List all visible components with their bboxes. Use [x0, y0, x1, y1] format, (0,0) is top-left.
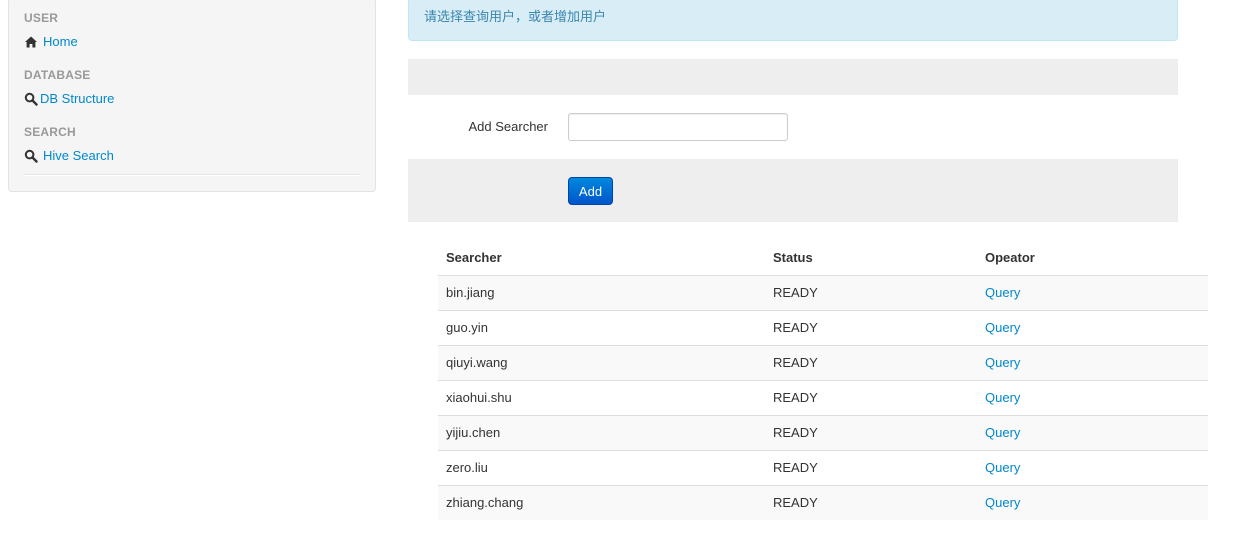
table-row: zhiang.chang READY Query: [438, 484, 1208, 520]
status-cell: READY: [765, 344, 977, 380]
info-alert: 请选择查询用户，或者增加用户: [408, 0, 1178, 41]
query-link[interactable]: Query: [985, 355, 1020, 370]
searcher-cell: zhiang.chang: [438, 484, 765, 520]
operator-cell: Query: [977, 414, 1208, 450]
query-link[interactable]: Query: [985, 460, 1020, 475]
add-button[interactable]: Add: [568, 177, 613, 205]
searcher-cell: guo.yin: [438, 309, 765, 345]
status-cell: READY: [765, 484, 977, 520]
sidebar: USER Home DATABASE DB Structure SEARCH H…: [8, 0, 376, 192]
operator-cell: Query: [977, 449, 1208, 485]
search-icon: [24, 92, 38, 106]
query-link[interactable]: Query: [985, 425, 1020, 440]
table-row: bin.jiang READY Query: [438, 274, 1208, 310]
nav-header-database: DATABASE: [24, 68, 91, 82]
searcher-cell: xiaohui.shu: [438, 379, 765, 415]
nav-divider: [24, 174, 360, 176]
form-band: [408, 59, 1178, 95]
searcher-cell: zero.liu: [438, 449, 765, 485]
column-header-operator: Opeator: [985, 249, 1035, 265]
status-cell: READY: [765, 449, 977, 485]
alert-text: 请选择查询用户，或者增加用户: [424, 9, 607, 24]
sidebar-item-label: Home: [43, 34, 78, 49]
searcher-cell: yijiu.chen: [438, 414, 765, 450]
searcher-cell: qiuyi.wang: [438, 344, 765, 380]
home-icon: [24, 35, 38, 49]
searcher-cell: bin.jiang: [438, 274, 765, 310]
query-link[interactable]: Query: [985, 390, 1020, 405]
query-link[interactable]: Query: [985, 320, 1020, 335]
operator-cell: Query: [977, 344, 1208, 380]
status-cell: READY: [765, 274, 977, 310]
status-cell: READY: [765, 379, 977, 415]
operator-cell: Query: [977, 484, 1208, 520]
table-row: guo.yin READY Query: [438, 309, 1208, 345]
column-header-searcher: Searcher: [446, 249, 502, 265]
form-actions: [408, 159, 1178, 222]
table-row: xiaohui.shu READY Query: [438, 379, 1208, 415]
operator-cell: Query: [977, 274, 1208, 310]
add-searcher-label: Add Searcher: [468, 119, 549, 134]
nav-header-search: SEARCH: [24, 125, 76, 139]
table-header-row: Searcher Status Opeator: [438, 240, 1208, 275]
query-link[interactable]: Query: [985, 285, 1020, 300]
sidebar-item-label: Hive Search: [43, 148, 114, 163]
search-icon: [24, 149, 38, 163]
status-cell: READY: [765, 414, 977, 450]
table-row: zero.liu READY Query: [438, 449, 1208, 485]
operator-cell: Query: [977, 309, 1208, 345]
table-row: yijiu.chen READY Query: [438, 414, 1208, 450]
status-cell: READY: [765, 309, 977, 345]
sidebar-item-label: DB Structure: [40, 91, 115, 106]
searcher-table: Searcher Status Opeator bin.jiang READY …: [438, 240, 1208, 520]
sidebar-item-hive-search[interactable]: Hive Search: [24, 148, 114, 163]
nav-header-user: USER: [24, 11, 59, 25]
table-row: qiuyi.wang READY Query: [438, 344, 1208, 380]
sidebar-item-db-structure[interactable]: DB Structure: [24, 91, 114, 106]
add-searcher-input[interactable]: [568, 113, 788, 141]
sidebar-item-home[interactable]: Home: [24, 34, 78, 49]
operator-cell: Query: [977, 379, 1208, 415]
query-link[interactable]: Query: [985, 495, 1020, 510]
column-header-status: Status: [773, 249, 813, 265]
